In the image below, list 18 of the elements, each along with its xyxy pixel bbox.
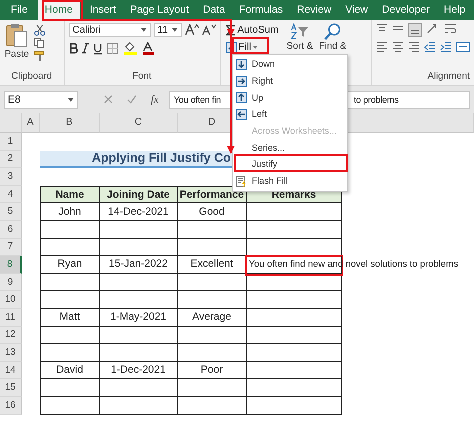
- table-cell: 15-Jan-2022: [100, 256, 178, 274]
- table-cell: Excellent: [178, 256, 247, 274]
- group-label: Clipboard: [10, 71, 54, 84]
- table-cell: Good: [178, 203, 247, 221]
- table-cell: David: [40, 362, 100, 380]
- table-cell: 14-Dec-2021: [100, 203, 178, 221]
- table-cell: Ryan: [40, 256, 100, 274]
- table-cell: Poor: [178, 362, 247, 380]
- table-header: Name: [40, 186, 100, 204]
- table-cell: John: [40, 203, 100, 221]
- group-label: Font: [132, 71, 153, 84]
- table-header: Performance: [178, 186, 247, 204]
- table-cell: Average: [178, 308, 247, 327]
- group-label: Alignment: [426, 71, 470, 84]
- table-header: Joining Date: [100, 186, 178, 204]
- table-cell: 1-Dec-2021: [100, 362, 178, 380]
- table-cell: 1-May-2021: [100, 308, 178, 327]
- table-cell: Matt: [40, 308, 100, 327]
